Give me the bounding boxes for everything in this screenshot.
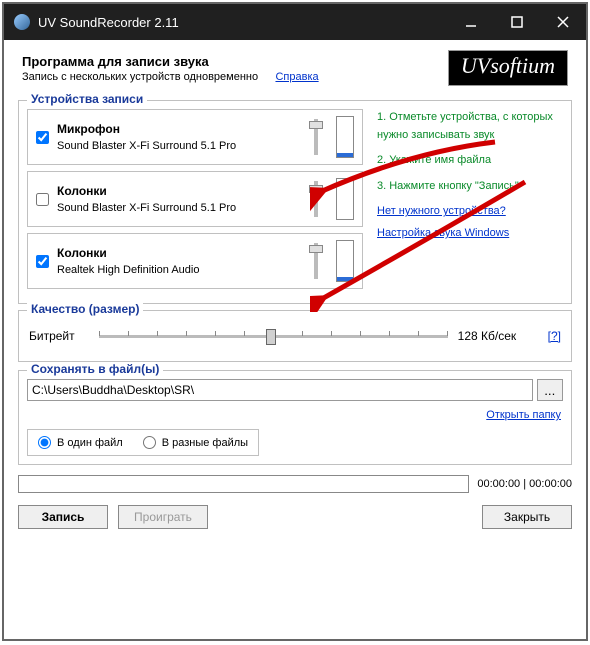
device-row: Колонки Sound Blaster X-Fi Surround 5.1 … [27,171,363,227]
hint-step-3: 3. Нажмите кнопку "Запись" [377,178,563,196]
bitrate-label: Битрейт [29,329,89,343]
button-row: Запись Проиграть Закрыть [18,505,572,539]
device-checkbox[interactable] [36,131,49,144]
device-name: Колонки [57,246,304,260]
logo: UVsoftium [448,50,568,86]
close-app-button[interactable]: Закрыть [482,505,572,529]
devices-legend: Устройства записи [27,92,147,106]
save-group: Сохранять в файл(ы) ... Открыть папку В … [18,370,572,465]
minimize-button[interactable] [448,4,494,40]
open-folder-link[interactable]: Открыть папку [486,409,561,421]
window-title: UV SoundRecorder 2.11 [38,15,448,30]
header: Программа для записи звука Запись с неск… [4,40,586,92]
time-display: 00:00:00 | 00:00:00 [477,478,572,490]
header-title: Программа для записи звука [22,54,438,69]
radio-one-file[interactable] [38,436,51,449]
sound-settings-link[interactable]: Настройка звука Windows [377,225,509,243]
header-subtitle: Запись с нескольких устройств одновремен… [22,71,258,83]
level-meter [336,116,354,158]
bitrate-value: 128 Кб/сек [458,329,548,343]
hints-panel: 1. Отметьте устройства, с которых нужно … [363,109,563,295]
device-name: Микрофон [57,122,304,136]
hint-step-1: 1. Отметьте устройства, с которых нужно … [377,109,563,144]
device-row: Колонки Realtek High Definition Audio [27,233,363,289]
device-list: Микрофон Sound Blaster X-Fi Surround 5.1… [27,109,363,295]
quality-group: Качество (размер) Битрейт 128 Кб/сек [?] [18,310,572,362]
title-bar: UV SoundRecorder 2.11 [4,4,586,40]
bitrate-help-link[interactable]: [?] [548,329,561,343]
play-button[interactable]: Проиграть [118,505,208,529]
device-checkbox[interactable] [36,193,49,206]
save-mode-radios: В один файл В разные файлы [27,429,259,456]
device-checkbox[interactable] [36,255,49,268]
device-row: Микрофон Sound Blaster X-Fi Surround 5.1… [27,109,363,165]
app-icon [14,14,30,30]
hint-step-2: 2. Укажите имя файла [377,152,563,170]
close-button[interactable] [540,4,586,40]
no-device-link[interactable]: Нет нужного устройства? [377,203,506,221]
volume-slider[interactable] [304,240,328,282]
browse-button[interactable]: ... [537,379,564,401]
device-desc: Sound Blaster X-Fi Surround 5.1 Pro [57,202,304,214]
radio-many-files[interactable] [143,436,156,449]
volume-slider[interactable] [304,178,328,220]
volume-slider[interactable] [304,116,328,158]
level-meter [336,240,354,282]
device-name: Колонки [57,184,304,198]
save-path-input[interactable] [27,379,533,401]
device-desc: Sound Blaster X-Fi Surround 5.1 Pro [57,140,304,152]
record-button[interactable]: Запись [18,505,108,529]
maximize-button[interactable] [494,4,540,40]
quality-legend: Качество (размер) [27,302,143,316]
level-meter [336,178,354,220]
progress-bar [18,475,469,493]
bitrate-slider[interactable] [99,325,448,347]
devices-group: Устройства записи Микрофон Sound Blaster… [18,100,572,304]
save-legend: Сохранять в файл(ы) [27,362,163,376]
help-link[interactable]: Справка [275,71,318,83]
progress-row: 00:00:00 | 00:00:00 [18,475,572,493]
device-desc: Realtek High Definition Audio [57,264,304,276]
